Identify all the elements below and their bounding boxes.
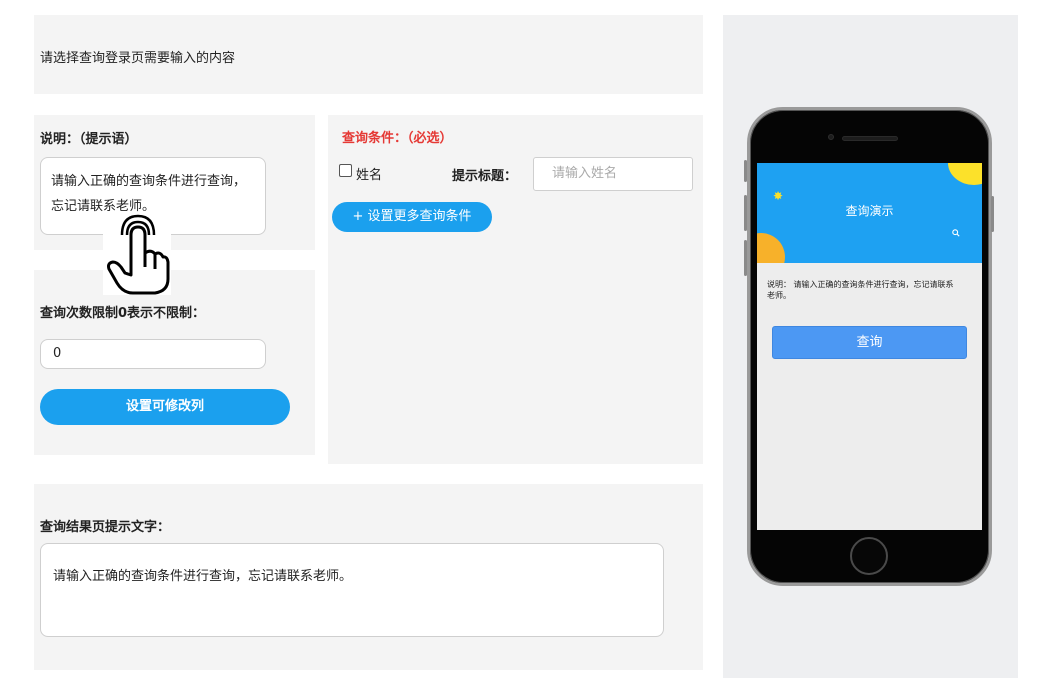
- phone-volume-up: [744, 195, 747, 231]
- query-condition-title: 查询条件：（必选）: [342, 131, 453, 146]
- description-panel: 说明：（提示语） 请输入正确的查询条件进行查询，忘记请联系老师。: [34, 115, 315, 250]
- phone-screen: ✸ 查询演示 说明： 请输入正确的查询条件进行查询，忘记请联系老师。 查询: [757, 163, 982, 530]
- description-title: 说明：（提示语）: [40, 132, 138, 147]
- name-checkbox-label[interactable]: 姓名: [356, 164, 382, 183]
- name-checkbox[interactable]: [339, 164, 352, 177]
- query-condition-panel: 查询条件：（必选） 姓名 提示标题： 请输入姓名 + 设置更多查询条件: [328, 115, 703, 464]
- phone-header-title: 查询演示: [845, 204, 894, 218]
- query-limit-panel: 查询次数限制0表示不限制： 0 设置可修改列: [34, 270, 315, 455]
- content-select-label: 请选择查询登录页需要输入的内容: [40, 51, 236, 66]
- phone-description: 说明： 请输入正确的查询条件进行查询，忘记请联系老师。: [767, 280, 954, 300]
- phone-volume-down: [744, 240, 747, 276]
- phone-power-button: [991, 196, 994, 232]
- result-textarea[interactable]: 请输入正确的查询条件进行查询，忘记请联系老师。: [40, 543, 664, 637]
- star-icon: ✸: [773, 189, 784, 203]
- orange-decoration: [757, 233, 785, 263]
- result-text-panel: 查询结果页提示文字： 请输入正确的查询条件进行查询，忘记请联系老师。: [34, 484, 703, 670]
- phone-header: ✸ 查询演示: [757, 163, 982, 263]
- phone-query-button[interactable]: 查询: [772, 326, 967, 359]
- search-icon: [952, 229, 960, 237]
- phone-speaker: [842, 136, 898, 141]
- name-hint-input[interactable]: 请输入姓名: [533, 157, 693, 191]
- add-more-conditions-button[interactable]: + 设置更多查询条件: [332, 202, 492, 232]
- hint-title-label: 提示标题：: [452, 169, 518, 184]
- sun-decoration: [948, 163, 982, 185]
- set-editable-columns-button[interactable]: 设置可修改列: [40, 389, 290, 425]
- query-limit-title: 查询次数限制0表示不限制：: [40, 306, 206, 321]
- result-text-title: 查询结果页提示文字：: [40, 520, 171, 535]
- query-limit-input[interactable]: 0: [40, 339, 266, 369]
- content-select-panel: 请选择查询登录页需要输入的内容: [34, 15, 703, 94]
- phone-camera: [828, 134, 834, 140]
- phone-home-button: [850, 537, 888, 575]
- phone-mute-switch: [744, 160, 747, 182]
- hand-pointer-icon: [103, 213, 171, 295]
